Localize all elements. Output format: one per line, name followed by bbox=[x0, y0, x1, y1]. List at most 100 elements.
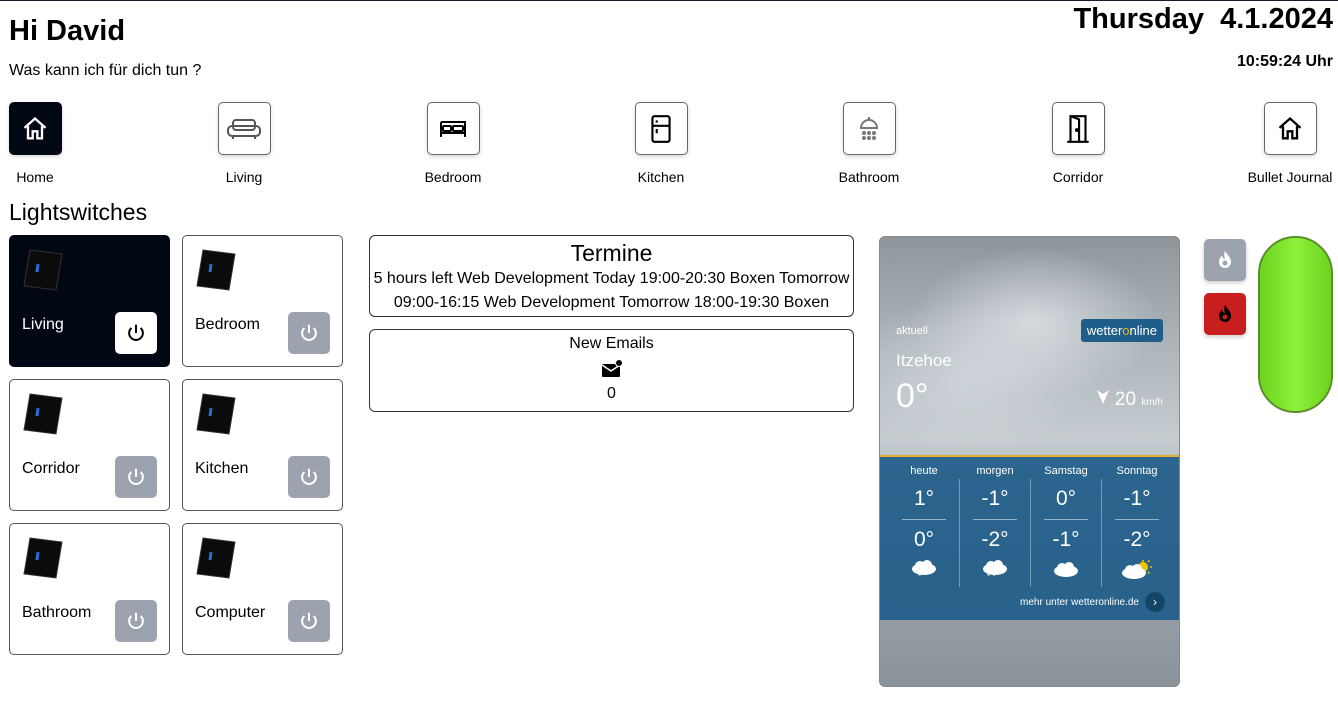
bed-icon bbox=[440, 120, 466, 137]
nav-button-bullet-journal[interactable] bbox=[1263, 102, 1317, 155]
weather-forecast: heute 1° 0° * morgen -1° -2° * * Samstag… bbox=[880, 455, 1179, 620]
forecast-day-name: heute bbox=[910, 465, 938, 477]
lightswitch-corridor[interactable]: Corridor bbox=[9, 379, 170, 511]
lightswitch-living[interactable]: Living bbox=[9, 235, 170, 367]
nav-label: Living bbox=[225, 169, 263, 185]
level-slider[interactable] bbox=[1258, 236, 1333, 413]
power-button[interactable] bbox=[288, 600, 330, 642]
weather-temperature: 0° bbox=[896, 377, 929, 415]
level-fill bbox=[1260, 238, 1331, 411]
weather-now-label: aktuell bbox=[896, 325, 928, 337]
weather-widget[interactable]: aktuell wetteronline Itzehoe 0° 20 km/h … bbox=[879, 236, 1180, 687]
wall-switch-icon bbox=[23, 249, 63, 291]
power-icon bbox=[301, 468, 317, 485]
more-weather-link[interactable]: mehr unter wetteronline.de › bbox=[1020, 592, 1165, 612]
lightswitch-bedroom[interactable]: Bedroom bbox=[182, 235, 343, 367]
flame-icon bbox=[1219, 251, 1231, 268]
appointments-card: Termine 5 hours left Web Development Tod… bbox=[369, 235, 854, 317]
brand-part: wetter bbox=[1086, 323, 1123, 338]
nav-button-bathroom[interactable] bbox=[842, 102, 896, 155]
nav-button-home[interactable] bbox=[8, 102, 62, 155]
mail-badge-icon bbox=[370, 359, 853, 379]
lightswitch-computer[interactable]: Computer bbox=[182, 523, 343, 655]
forecast-day: heute 1° 0° * bbox=[888, 457, 960, 582]
wind-speed: 20 bbox=[1114, 389, 1137, 410]
power-button[interactable] bbox=[115, 456, 157, 498]
lightswitch-label: Living bbox=[22, 316, 64, 333]
emails-card[interactable]: New Emails 0 bbox=[369, 329, 854, 412]
nav-label: Kitchen bbox=[637, 169, 685, 185]
wind-unit: km/h bbox=[1141, 397, 1163, 408]
nav-button-bedroom[interactable] bbox=[426, 102, 480, 155]
emails-count: 0 bbox=[607, 385, 616, 402]
nav-button-kitchen[interactable] bbox=[634, 102, 688, 155]
shower-icon bbox=[859, 116, 879, 140]
forecast-day-name: Samstag bbox=[1044, 465, 1088, 477]
lightswitch-bathroom[interactable]: Bathroom bbox=[9, 523, 170, 655]
appointments-title: Termine bbox=[570, 240, 653, 266]
forecast-day: Samstag 0° -1° bbox=[1030, 457, 1102, 582]
wetteronline-logo[interactable]: wetteronline bbox=[1080, 319, 1163, 342]
snow-cloud-icon: * * bbox=[959, 560, 1031, 582]
power-icon bbox=[128, 612, 144, 629]
svg-text:*: * bbox=[918, 572, 921, 580]
power-button[interactable] bbox=[115, 600, 157, 642]
divider bbox=[902, 519, 946, 520]
greeting-title: Hi David bbox=[9, 15, 126, 47]
wall-switch-icon bbox=[23, 393, 63, 435]
snow-cloud-icon: * bbox=[888, 560, 960, 582]
brand-part: o bbox=[1122, 323, 1130, 338]
cloud-icon bbox=[1030, 560, 1102, 582]
more-weather-text: mehr unter wetteronline.de bbox=[1020, 596, 1139, 608]
nav-item-bedroom[interactable]: Bedroom bbox=[403, 102, 503, 185]
wall-switch-icon bbox=[196, 537, 236, 579]
power-icon bbox=[301, 612, 317, 629]
lightswitches-title: Lightswitches bbox=[9, 199, 148, 225]
weather-current: aktuell wetteronline Itzehoe 0° 20 km/h bbox=[880, 237, 1179, 455]
wind-arrow-icon bbox=[1096, 390, 1109, 404]
home-icon bbox=[1278, 116, 1302, 139]
nav-label: Bullet Journal bbox=[1247, 169, 1333, 185]
heating-on-button[interactable] bbox=[1204, 293, 1246, 335]
weather-wind: 20 km/h bbox=[1096, 389, 1163, 411]
home-icon bbox=[23, 116, 47, 139]
forecast-low: -2° bbox=[1123, 528, 1151, 551]
forecast-day-name: morgen bbox=[976, 465, 1014, 477]
time-display: 10:59:24 Uhr bbox=[1236, 53, 1333, 70]
lightswitch-kitchen[interactable]: Kitchen bbox=[182, 379, 343, 511]
nav-label: Corridor bbox=[1052, 169, 1104, 185]
power-button[interactable] bbox=[288, 312, 330, 354]
forecast-low: -2° bbox=[981, 528, 1009, 551]
forecast-high: -1° bbox=[981, 487, 1009, 510]
power-button[interactable] bbox=[288, 456, 330, 498]
nav-item-bathroom[interactable]: Bathroom bbox=[819, 102, 919, 185]
sofa-icon bbox=[227, 118, 261, 139]
weather-city: Itzehoe bbox=[896, 351, 952, 370]
date-display: Thursday 4.1.2024 bbox=[1073, 3, 1333, 35]
lightswitch-label: Computer bbox=[195, 604, 266, 621]
lightswitch-label: Bathroom bbox=[22, 604, 92, 621]
divider bbox=[1044, 519, 1088, 520]
nav-item-bullet-journal[interactable]: Bullet Journal bbox=[1240, 102, 1338, 185]
nav-item-living[interactable]: Living bbox=[194, 102, 294, 185]
svg-text:* *: * * bbox=[987, 572, 995, 580]
nav-button-living[interactable] bbox=[217, 102, 271, 155]
divider bbox=[973, 519, 1017, 520]
forecast-day-name: Sonntag bbox=[1116, 465, 1158, 477]
nav-item-kitchen[interactable]: Kitchen bbox=[611, 102, 711, 185]
lightswitch-label: Bedroom bbox=[195, 316, 260, 333]
forecast-low: -1° bbox=[1052, 528, 1080, 551]
nav-button-corridor[interactable] bbox=[1051, 102, 1105, 155]
door-icon bbox=[1067, 114, 1089, 143]
heating-off-button[interactable] bbox=[1204, 239, 1246, 281]
room-nav: Home Living Bedroom Kitchen Bathroom Cor… bbox=[8, 102, 1338, 188]
sun-cloud-icon bbox=[1101, 559, 1173, 582]
forecast-day: Sonntag -1° -2° bbox=[1101, 457, 1173, 582]
power-icon bbox=[128, 468, 144, 485]
nav-item-home[interactable]: Home bbox=[0, 102, 85, 185]
forecast-day: morgen -1° -2° * * bbox=[959, 457, 1031, 582]
nav-item-corridor[interactable]: Corridor bbox=[1028, 102, 1128, 185]
nav-label: Bedroom bbox=[424, 169, 482, 185]
chevron-right-icon: › bbox=[1145, 592, 1165, 612]
power-button[interactable] bbox=[115, 312, 157, 354]
